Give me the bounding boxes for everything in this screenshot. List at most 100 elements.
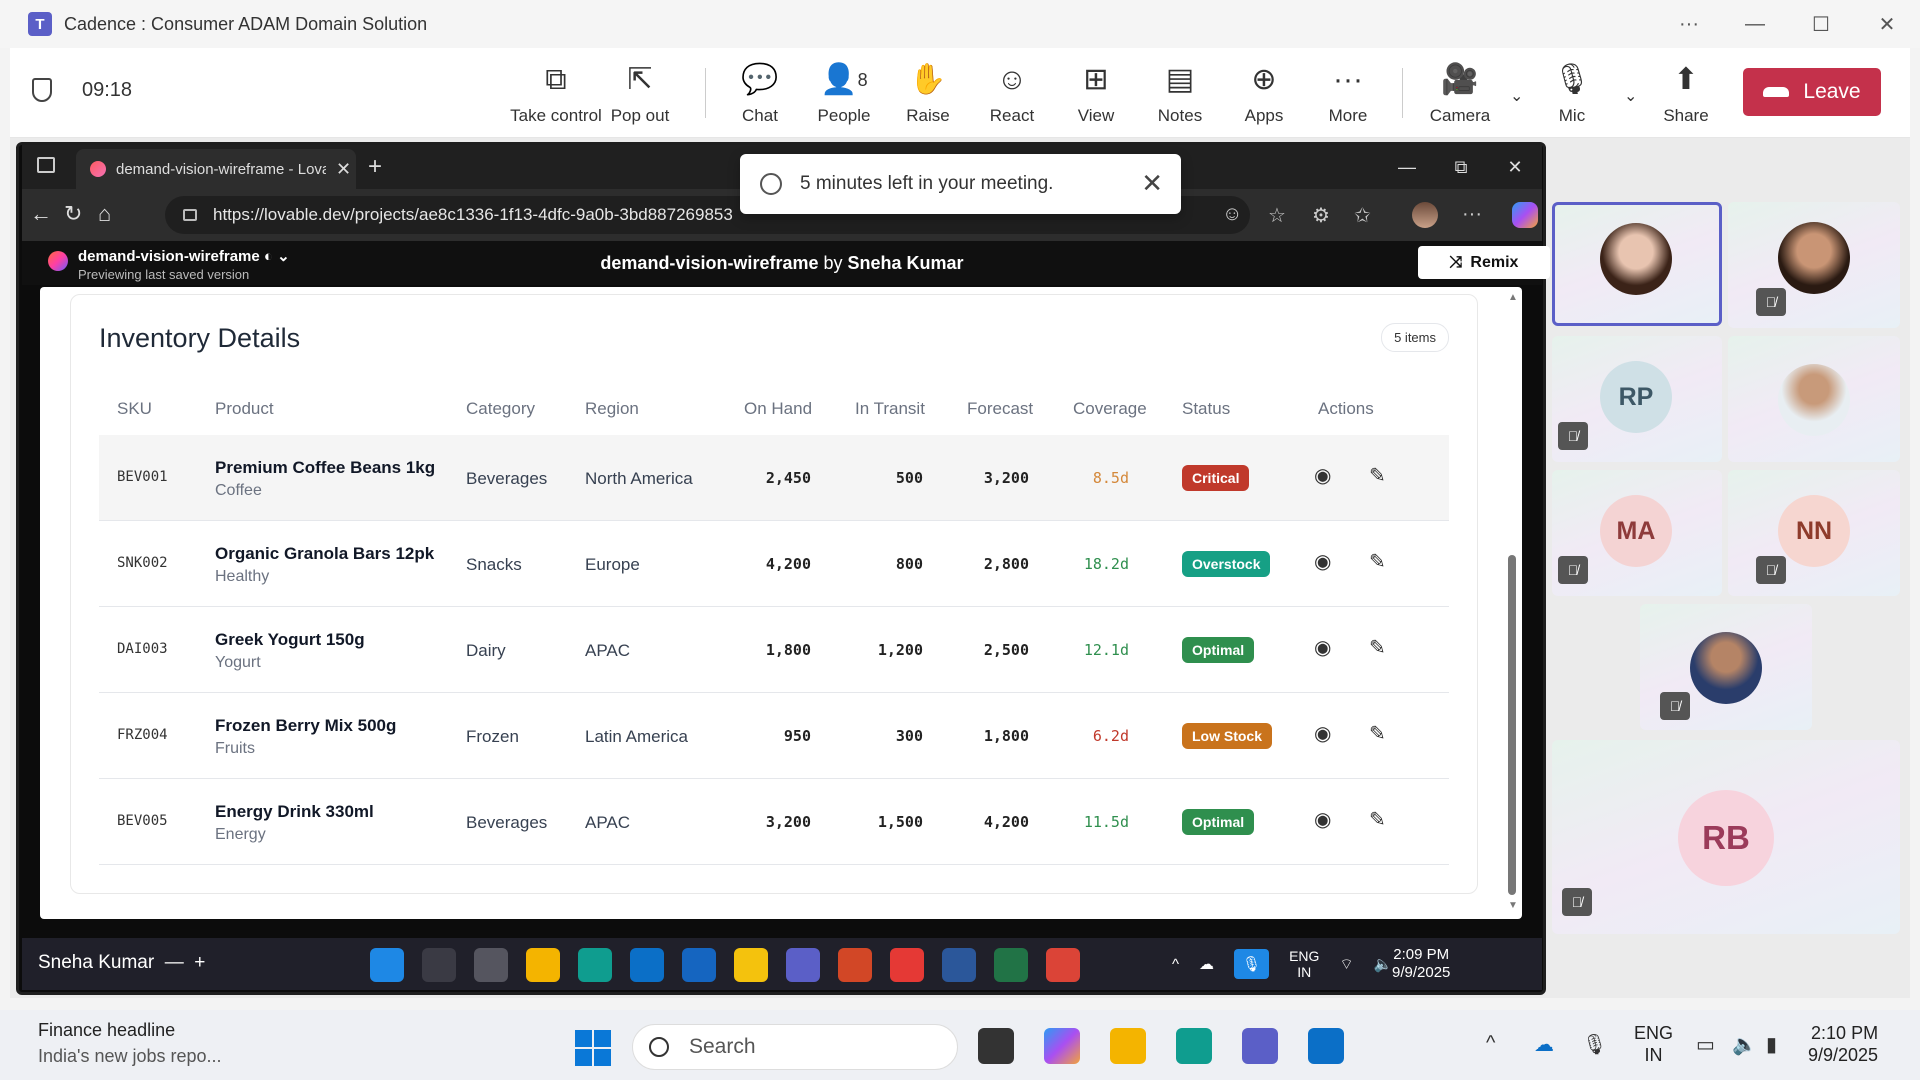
tab-close-icon[interactable]: ✕: [336, 159, 351, 180]
view-eye-icon[interactable]: ◉: [1314, 807, 1331, 832]
browser-tab[interactable]: demand-vision-wireframe - Lovable ✕: [76, 149, 356, 189]
reader-icon[interactable]: ☺: [1222, 203, 1242, 226]
more-button[interactable]: ··· More: [1298, 60, 1398, 126]
table-row[interactable]: FRZ004 Frozen Berry Mix 500g Fruits Frozen L…: [99, 693, 1449, 779]
more-options-icon[interactable]: ···: [1656, 13, 1722, 36]
browser-minimize-icon[interactable]: —: [1380, 157, 1434, 178]
participant-tile[interactable]: RP 🎙̸: [1552, 336, 1722, 462]
participant-tile[interactable]: RB 🎙̸: [1552, 740, 1900, 934]
remote-volume-icon[interactable]: 🔈: [1374, 955, 1393, 973]
participant-tile[interactable]: [1728, 336, 1900, 462]
news-widget-text[interactable]: India's new jobs repo...: [38, 1046, 222, 1067]
taskbar-search[interactable]: Search: [632, 1024, 958, 1070]
column-header-forecast[interactable]: Forecast: [967, 399, 1033, 419]
column-header-sku[interactable]: SKU: [117, 399, 152, 419]
teams-icon[interactable]: [1242, 1028, 1278, 1064]
edge-icon[interactable]: [1176, 1028, 1212, 1064]
minimize-icon[interactable]: —: [1722, 13, 1788, 36]
view-eye-icon[interactable]: ◉: [1314, 721, 1331, 746]
pop-out-button[interactable]: ⇱ Pop out: [590, 60, 690, 126]
new-tab-icon[interactable]: +: [368, 153, 382, 181]
remote-excel-icon[interactable]: [994, 948, 1028, 982]
edit-icon[interactable]: ✎: [1369, 807, 1386, 832]
volume-icon[interactable]: 🔈: [1732, 1032, 1757, 1057]
view-eye-icon[interactable]: ◉: [1314, 635, 1331, 660]
remote-lang[interactable]: ENG IN: [1289, 948, 1319, 980]
share-button[interactable]: ⬆ Share: [1636, 60, 1736, 126]
mic-muted-icon[interactable]: 🎙: [1582, 1032, 1607, 1057]
extensions-icon[interactable]: ⚙: [1312, 203, 1330, 228]
view-eye-icon[interactable]: ◉: [1314, 463, 1331, 488]
toast-close-icon[interactable]: ✕: [1141, 168, 1163, 199]
remote-search-icon[interactable]: [422, 948, 456, 982]
display-icon[interactable]: ▭: [1696, 1032, 1715, 1057]
remote-file-explorer-icon[interactable]: [526, 948, 560, 982]
tray-chevron-icon[interactable]: ^: [1486, 1032, 1495, 1055]
participant-tile[interactable]: 🎙̸: [1640, 604, 1812, 730]
profile-avatar[interactable]: [1412, 202, 1438, 228]
remote-outlook-icon[interactable]: [630, 948, 664, 982]
task-view-icon[interactable]: [978, 1028, 1014, 1064]
remote-word-icon[interactable]: [942, 948, 976, 982]
sidebar-toggle-icon[interactable]: [37, 157, 55, 173]
remix-button[interactable]: ⤨ Remix: [1418, 246, 1550, 279]
refresh-icon[interactable]: ↻: [64, 201, 82, 227]
back-icon[interactable]: ←: [30, 201, 52, 227]
table-row[interactable]: DAI003 Greek Yogurt 150g Yogurt Dairy APAC 1,…: [99, 607, 1449, 693]
battery-icon[interactable]: ▮: [1766, 1032, 1777, 1057]
edit-icon[interactable]: ✎: [1369, 549, 1386, 574]
remote-clock[interactable]: 2:09 PM 9/9/2025: [1392, 946, 1450, 982]
browser-menu-icon[interactable]: ···: [1462, 203, 1482, 226]
remote-sticky-notes-icon[interactable]: [734, 948, 768, 982]
windows-start-icon[interactable]: [575, 1030, 611, 1066]
column-header-coverage[interactable]: Coverage: [1073, 399, 1147, 419]
column-header-status[interactable]: Status: [1182, 399, 1230, 419]
browser-restore-icon[interactable]: ⧉: [1434, 157, 1488, 178]
copilot-icon[interactable]: [1512, 202, 1538, 228]
remote-task-view-icon[interactable]: [474, 948, 508, 982]
remote-onedrive-icon[interactable]: ☁: [1199, 955, 1214, 973]
column-header-in-transit[interactable]: In Transit: [855, 399, 925, 419]
participant-tile[interactable]: MA 🎙̸: [1552, 470, 1722, 596]
home-icon[interactable]: ⌂: [98, 201, 111, 227]
view-eye-icon[interactable]: ◉: [1314, 549, 1331, 574]
browser-close-icon[interactable]: ✕: [1488, 157, 1542, 178]
remote-wifi-icon[interactable]: ⌔: [1339, 955, 1353, 974]
maximize-icon[interactable]: ☐: [1788, 12, 1854, 37]
column-header-product[interactable]: Product: [215, 399, 274, 419]
remote-chrome-icon[interactable]: [1046, 948, 1080, 982]
system-clock[interactable]: 2:10 PM 9/9/2025: [1808, 1022, 1878, 1066]
remote-teams-icon[interactable]: [786, 948, 820, 982]
edit-icon[interactable]: ✎: [1369, 635, 1386, 660]
favorite-star-icon[interactable]: ☆: [1268, 203, 1286, 228]
remote-edge-icon[interactable]: [578, 948, 612, 982]
participant-tile[interactable]: 🎙̸: [1728, 202, 1900, 328]
scrollbar-thumb[interactable]: [1508, 555, 1516, 895]
table-row[interactable]: BEV001 Premium Coffee Beans 1kg Coffee Beve…: [99, 435, 1449, 521]
edit-icon[interactable]: ✎: [1369, 463, 1386, 488]
outlook-icon[interactable]: [1308, 1028, 1344, 1064]
remote-mic-icon[interactable]: 🎙: [1234, 949, 1270, 979]
participant-tile[interactable]: NN 🎙̸: [1728, 470, 1900, 596]
scroll-down-icon[interactable]: ▼: [1508, 900, 1518, 911]
column-header-category[interactable]: Category: [466, 399, 535, 419]
favorites-icon[interactable]: ✩: [1354, 203, 1371, 228]
remote-start-icon[interactable]: [370, 948, 404, 982]
remote-powerpoint-icon[interactable]: [838, 948, 872, 982]
mic-button[interactable]: 🎙 Mic: [1522, 60, 1622, 126]
participant-tile[interactable]: [1552, 202, 1722, 326]
news-widget-title[interactable]: Finance headline: [38, 1020, 175, 1041]
table-row[interactable]: BEV005 Energy Drink 330ml Energy Beverages A…: [99, 779, 1449, 865]
column-header-region[interactable]: Region: [585, 399, 639, 419]
camera-button[interactable]: 🎥 Camera: [1410, 60, 1510, 126]
close-icon[interactable]: ✕: [1854, 12, 1920, 37]
table-row[interactable]: SNK002 Organic Granola Bars 12pk Healthy Sn…: [99, 521, 1449, 607]
column-header-on-hand[interactable]: On Hand: [744, 399, 812, 419]
scroll-up-icon[interactable]: ▲: [1508, 292, 1518, 303]
remote-pdf-icon[interactable]: [890, 948, 924, 982]
onedrive-icon[interactable]: ☁: [1534, 1032, 1554, 1057]
file-explorer-icon[interactable]: [1110, 1028, 1146, 1064]
leave-button[interactable]: Leave: [1743, 68, 1881, 116]
m365-icon[interactable]: [1044, 1028, 1080, 1064]
remote-tray-chevron-icon[interactable]: ^: [1172, 956, 1179, 973]
